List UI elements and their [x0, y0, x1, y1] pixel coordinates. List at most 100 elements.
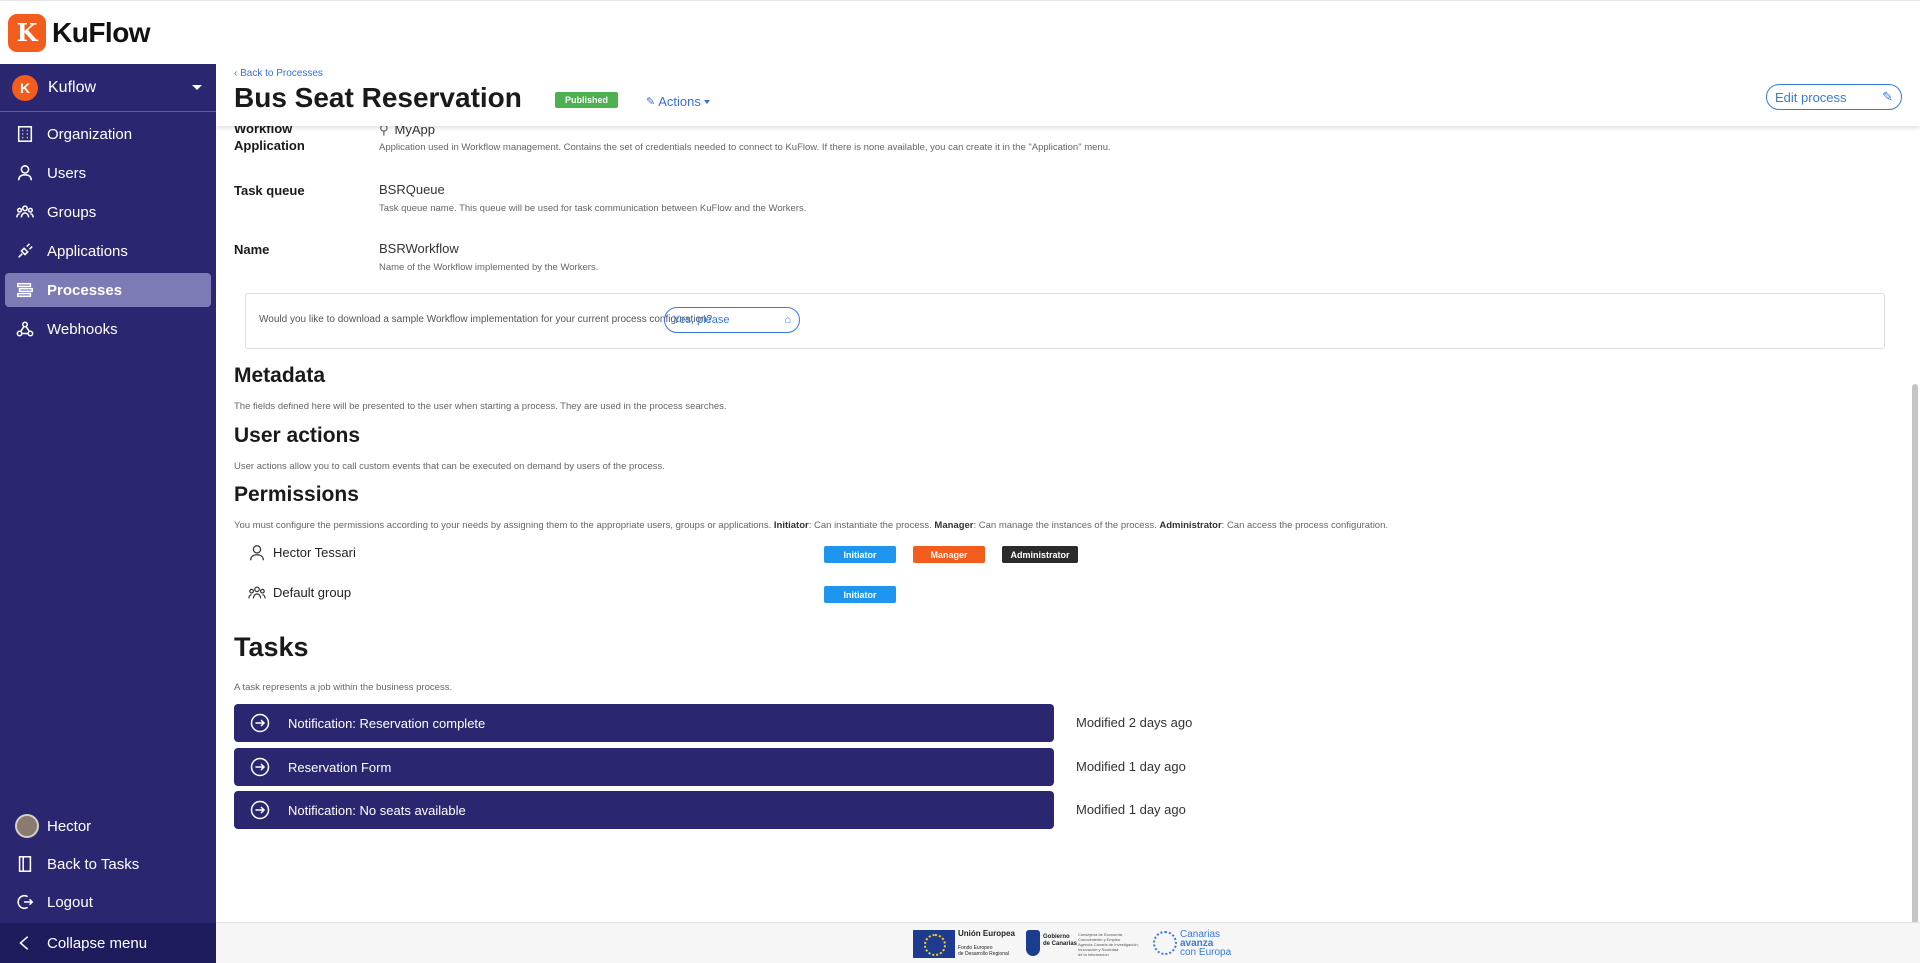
- tasks-heading: Tasks: [234, 632, 309, 662]
- task-button[interactable]: Reservation Form: [234, 748, 1054, 786]
- role-badge-initiator: Initiator: [824, 586, 896, 603]
- org-name: Kuflow: [48, 78, 97, 96]
- status-badge: Published: [555, 92, 619, 108]
- task-name: Notification: Reservation complete: [288, 715, 486, 731]
- sidebar-item-applications[interactable]: Applications: [5, 234, 211, 268]
- collapse-menu-label: Collapse menu: [47, 934, 148, 952]
- task-button[interactable]: Notification: Reservation complete: [234, 704, 1054, 742]
- sidebar-footer: Hector Back to Tasks Logout Collapse men…: [0, 807, 216, 963]
- logout-label: Logout: [47, 893, 93, 911]
- edit-process-button[interactable]: Edit process ✎: [1766, 84, 1902, 110]
- yes-please-label: Yes, please: [673, 314, 730, 326]
- task-row[interactable]: Reservation Form Modified 1 day ago: [234, 748, 1234, 786]
- book-icon: [15, 854, 35, 874]
- workflow-name-label: Name: [234, 242, 270, 257]
- task-button[interactable]: Notification: No seats available: [234, 791, 1054, 829]
- tasks-description: A task represents a job within the busin…: [234, 682, 453, 693]
- pencil-icon: ✎: [1882, 89, 1893, 104]
- sidebar-item-label: Applications: [47, 242, 128, 260]
- logout-link[interactable]: Logout: [0, 883, 216, 921]
- task-modified: Modified 1 day ago: [1076, 759, 1186, 774]
- task-queue-label: Task queue: [234, 183, 305, 198]
- edit-process-label: Edit process: [1775, 89, 1847, 105]
- task-row[interactable]: Notification: Reservation complete Modif…: [234, 704, 1234, 742]
- metadata-heading: Metadata: [234, 364, 326, 387]
- permission-row[interactable]: Hector Tessari Initiator Manager Adminis…: [234, 537, 1434, 567]
- building-icon: [15, 124, 35, 144]
- back-to-tasks-label: Back to Tasks: [47, 855, 140, 873]
- workflow-name-help: Name of the Workflow implemented by the …: [379, 262, 599, 273]
- role-badge-administrator: Administrator: [1002, 546, 1078, 563]
- logout-icon: [15, 892, 35, 912]
- download-sample-button[interactable]: Yes, please ⌂: [664, 307, 800, 333]
- sidebar-item-processes[interactable]: Processes: [5, 273, 211, 307]
- main-content: ‹ Back to Processes Bus Seat Reservation…: [216, 64, 1920, 922]
- robot-icon: ⌂: [784, 314, 791, 326]
- workflow-application-row: Workflow Application ⚲ MyApp Application …: [234, 120, 1734, 170]
- kuflow-logo-icon[interactable]: K: [8, 13, 46, 52]
- arrow-right-circle-icon: [250, 713, 270, 733]
- permissions-heading: Permissions: [234, 483, 359, 506]
- actions-dropdown[interactable]: ✎ Actions: [646, 94, 710, 109]
- brand-name[interactable]: KuFlow: [52, 17, 151, 49]
- workflow-name-row: Name BSRWorkflow Name of the Workflow im…: [234, 241, 1734, 281]
- user-name: Hector: [47, 817, 92, 835]
- canarias-logo-icon: [1153, 931, 1177, 955]
- back-to-tasks-link[interactable]: Back to Tasks: [0, 845, 216, 883]
- wrench-icon: ✎: [646, 96, 656, 108]
- task-name: Reservation Form: [288, 759, 392, 775]
- download-question: Would you like to download a sample Work…: [259, 314, 713, 325]
- task-name: Notification: No seats available: [288, 802, 466, 818]
- sidebar-item-label: Users: [47, 164, 87, 182]
- workflow-name-value: BSRWorkflow: [379, 241, 459, 256]
- sidebar-item-label: Processes: [47, 281, 123, 299]
- actions-label: Actions: [658, 94, 701, 109]
- list-icon: [15, 280, 35, 300]
- chevron-down-icon: [703, 99, 710, 104]
- sidebar-item-webhooks[interactable]: Webhooks: [5, 312, 211, 346]
- collapse-menu-button[interactable]: Collapse menu: [0, 923, 216, 963]
- user-actions-heading: User actions: [234, 424, 361, 447]
- sidebar-item-label: Groups: [47, 203, 97, 221]
- role-badge-initiator: Initiator: [824, 546, 896, 563]
- task-row[interactable]: Notification: No seats available Modifie…: [234, 791, 1234, 829]
- metadata-description: The fields defined here will be presente…: [234, 401, 727, 412]
- avatar: [15, 814, 39, 838]
- permission-subject-name: Default group: [273, 585, 352, 600]
- task-queue-help: Task queue name. This queue will be used…: [379, 203, 807, 214]
- download-sample-box: Would you like to download a sample Work…: [245, 293, 1885, 349]
- permission-row[interactable]: Default group Initiator: [234, 577, 1434, 607]
- user-icon: [248, 544, 266, 562]
- user-icon: [15, 163, 35, 183]
- sidebar-item-organization[interactable]: Organization: [5, 117, 211, 151]
- sidebar-item-users[interactable]: Users: [5, 156, 211, 190]
- user-actions-description: User actions allow you to call custom ev…: [234, 461, 665, 472]
- vertical-scrollbar[interactable]: [1912, 384, 1918, 922]
- org-selector[interactable]: K Kuflow: [0, 64, 216, 112]
- task-modified: Modified 2 days ago: [1076, 715, 1193, 730]
- arrow-right-circle-icon: [250, 757, 270, 777]
- task-queue-value: BSRQueue: [379, 182, 445, 197]
- eu-title: Unión Europea: [958, 929, 1015, 938]
- sidebar: K Kuflow Organization Users Groups Appli…: [0, 64, 216, 963]
- eu-subtitle: Fondo Europeo de Desarrollo Regional: [958, 945, 1009, 957]
- canarias-text: Canarias avanza con Europa: [1180, 929, 1232, 958]
- org-avatar: K: [12, 74, 38, 101]
- task-modified: Modified 1 day ago: [1076, 802, 1186, 817]
- user-profile[interactable]: Hector: [0, 807, 216, 845]
- back-to-processes-link[interactable]: ‹ Back to Processes: [234, 68, 323, 79]
- group-icon: [248, 584, 266, 602]
- sidebar-item-label: Organization: [47, 125, 133, 143]
- gov-subtitle: Consejería de Economía, Conocimiento y Em…: [1078, 932, 1139, 957]
- back-link-label: Back to Processes: [240, 68, 323, 79]
- permission-subject-name: Hector Tessari: [273, 545, 356, 560]
- funding-footer: Unión Europea Fondo Europeo de Desarrollo…: [216, 922, 1920, 963]
- chevron-down-icon: [192, 85, 202, 90]
- permissions-description: You must configure the permissions accor…: [234, 520, 1389, 531]
- page-header: ‹ Back to Processes Bus Seat Reservation…: [216, 64, 1920, 126]
- top-bar: K KuFlow: [0, 0, 1920, 64]
- task-queue-row: Task queue BSRQueue Task queue name. Thi…: [234, 182, 1734, 222]
- sidebar-item-groups[interactable]: Groups: [5, 195, 211, 229]
- page-title: Bus Seat Reservation: [234, 82, 522, 113]
- plug-icon: [15, 241, 35, 261]
